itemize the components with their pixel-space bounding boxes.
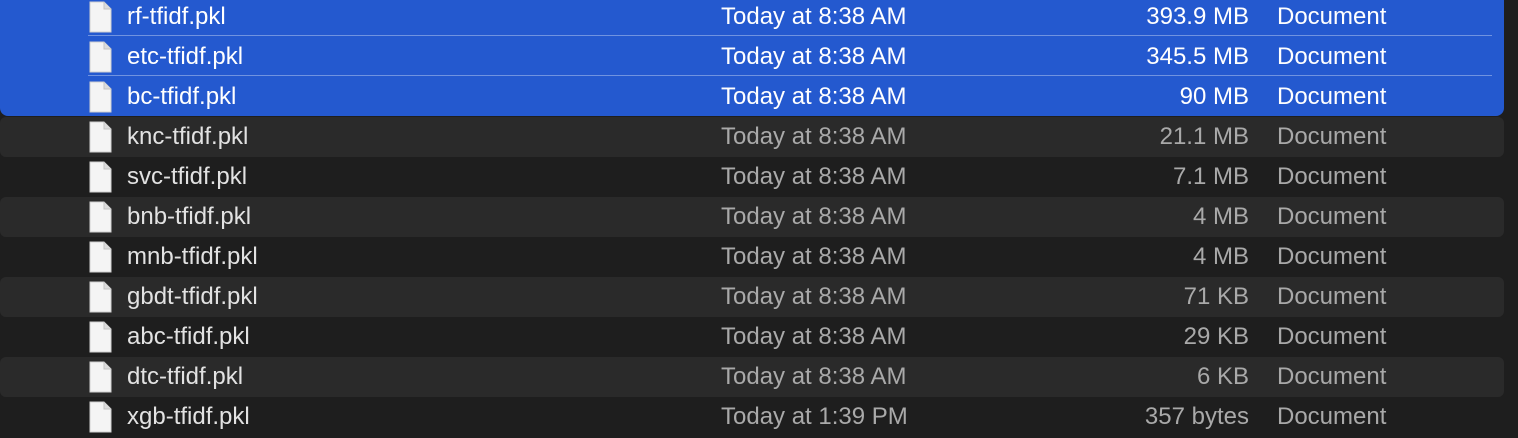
file-kind: Document [1277, 203, 1387, 230]
file-row[interactable]: gbdt-tfidf.pkl Today at 8:38 AM 71 KB Docum… [0, 277, 1504, 317]
file-row[interactable]: mnb-tfidf.pkl Today at 8:38 AM 4 MB Documen… [0, 237, 1504, 277]
file-name: knc-tfidf.pkl [127, 123, 249, 150]
document-icon [88, 81, 112, 113]
file-name: etc-tfidf.pkl [127, 43, 244, 70]
file-row[interactable]: bc-tfidf.pkl Today at 8:38 AM 90 MB Documen… [0, 77, 1504, 117]
file-kind: Document [1277, 323, 1387, 350]
file-name: bnb-tfidf.pkl [127, 203, 252, 230]
document-icon [88, 321, 112, 353]
file-name: svc-tfidf.pkl [127, 163, 248, 190]
document-icon [88, 161, 112, 193]
file-date-modified: Today at 8:38 AM [721, 83, 907, 110]
document-icon [88, 121, 112, 153]
file-row[interactable]: knc-tfidf.pkl Today at 8:38 AM 21.1 MB Docu… [0, 117, 1504, 157]
file-kind: Document [1277, 363, 1387, 390]
file-kind: Document [1277, 123, 1387, 150]
file-size: 7.1 MB [1172, 163, 1249, 190]
file-size: 21.1 MB [1159, 123, 1249, 150]
document-icon [88, 241, 112, 273]
file-size: 357 bytes [1144, 403, 1249, 430]
file-date-modified: Today at 8:38 AM [721, 363, 907, 390]
file-date-modified: Today at 8:38 AM [721, 323, 907, 350]
file-kind: Document [1277, 83, 1387, 110]
file-size: 393.9 MB [1146, 3, 1249, 30]
file-date-modified: Today at 8:38 AM [721, 203, 907, 230]
file-size: 345.5 MB [1146, 43, 1249, 70]
file-name: bc-tfidf.pkl [127, 83, 237, 110]
file-date-modified: Today at 8:38 AM [721, 123, 907, 150]
file-kind: Document [1277, 163, 1387, 190]
file-kind: Document [1277, 3, 1387, 30]
file-name: abc-tfidf.pkl [127, 323, 250, 350]
file-row[interactable]: bnb-tfidf.pkl Today at 8:38 AM 4 MB Documen… [0, 197, 1504, 237]
file-name: dtc-tfidf.pkl [127, 363, 244, 390]
file-row[interactable]: xgb-tfidf.pkl Today at 1:39 PM 357 bytes Do… [0, 397, 1504, 437]
file-date-modified: Today at 8:38 AM [721, 43, 907, 70]
file-kind: Document [1277, 283, 1387, 310]
file-row[interactable]: abc-tfidf.pkl Today at 8:38 AM 29 KB Docume… [0, 317, 1504, 357]
file-name: mnb-tfidf.pkl [127, 243, 258, 270]
file-list: rf-tfidf.pkl Today at 8:38 AM 393.9 MB Docu… [0, 0, 1518, 438]
file-size: 29 KB [1183, 323, 1249, 350]
document-icon [88, 201, 112, 233]
file-row[interactable]: dtc-tfidf.pkl Today at 8:38 AM 6 KB Documen… [0, 357, 1504, 397]
file-name: gbdt-tfidf.pkl [127, 283, 258, 310]
file-size: 71 KB [1183, 283, 1249, 310]
file-size: 4 MB [1192, 203, 1249, 230]
document-icon [88, 41, 112, 73]
file-size: 90 MB [1179, 83, 1249, 110]
file-date-modified: Today at 1:39 PM [721, 403, 908, 430]
document-icon [88, 361, 112, 393]
file-date-modified: Today at 8:38 AM [721, 283, 907, 310]
file-row[interactable]: rf-tfidf.pkl Today at 8:38 AM 393.9 MB Docu… [0, 0, 1504, 37]
file-row[interactable]: etc-tfidf.pkl Today at 8:38 AM 345.5 MB Doc… [0, 37, 1504, 77]
file-kind: Document [1277, 43, 1387, 70]
file-date-modified: Today at 8:38 AM [721, 163, 907, 190]
file-size: 6 KB [1196, 363, 1249, 390]
document-icon [88, 401, 112, 433]
document-icon [88, 1, 112, 33]
file-row[interactable]: svc-tfidf.pkl Today at 8:38 AM 7.1 MB Docum… [0, 157, 1504, 197]
file-name: xgb-tfidf.pkl [127, 403, 250, 430]
file-date-modified: Today at 8:38 AM [721, 3, 907, 30]
file-name: rf-tfidf.pkl [127, 3, 226, 30]
file-kind: Document [1277, 243, 1387, 270]
file-kind: Document [1277, 403, 1387, 430]
document-icon [88, 281, 112, 313]
file-date-modified: Today at 8:38 AM [721, 243, 907, 270]
file-size: 4 MB [1192, 243, 1249, 270]
